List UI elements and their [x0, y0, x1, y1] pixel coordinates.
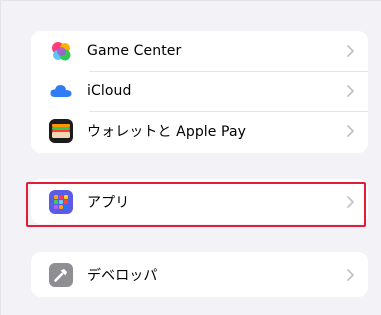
settings-row-label: iCloud [87, 83, 132, 99]
settings-row-developer[interactable]: デベロッパ [31, 252, 368, 297]
icloud-icon [49, 79, 73, 103]
chevron-right-icon [347, 268, 354, 281]
settings-screen: Game Center iCloud ウォレットと Apple Pay アプリ … [0, 0, 381, 315]
settings-row-wallet[interactable]: ウォレットと Apple Pay [31, 111, 368, 151]
settings-row-label: アプリ [87, 194, 130, 211]
settings-row-label: ウォレットと Apple Pay [87, 124, 247, 140]
chevron-right-icon [347, 45, 354, 57]
settings-group-services: Game Center iCloud ウォレットと Apple Pay [31, 31, 368, 153]
settings-row-game-center[interactable]: Game Center [31, 31, 368, 71]
apps-icon [49, 189, 73, 214]
developer-hammer-icon [49, 262, 73, 287]
chevron-right-icon [347, 85, 354, 97]
settings-group-apps: アプリ [31, 179, 368, 224]
settings-row-label: デベロッパ [87, 267, 158, 284]
chevron-right-icon [347, 125, 354, 137]
wallet-icon [49, 119, 73, 143]
chevron-right-icon [347, 195, 354, 208]
settings-group-developer: デベロッパ [31, 252, 368, 297]
settings-row-apps[interactable]: アプリ [31, 179, 368, 224]
settings-row-label: Game Center [87, 43, 182, 59]
settings-row-icloud[interactable]: iCloud [31, 71, 368, 111]
game-center-icon [49, 39, 73, 63]
